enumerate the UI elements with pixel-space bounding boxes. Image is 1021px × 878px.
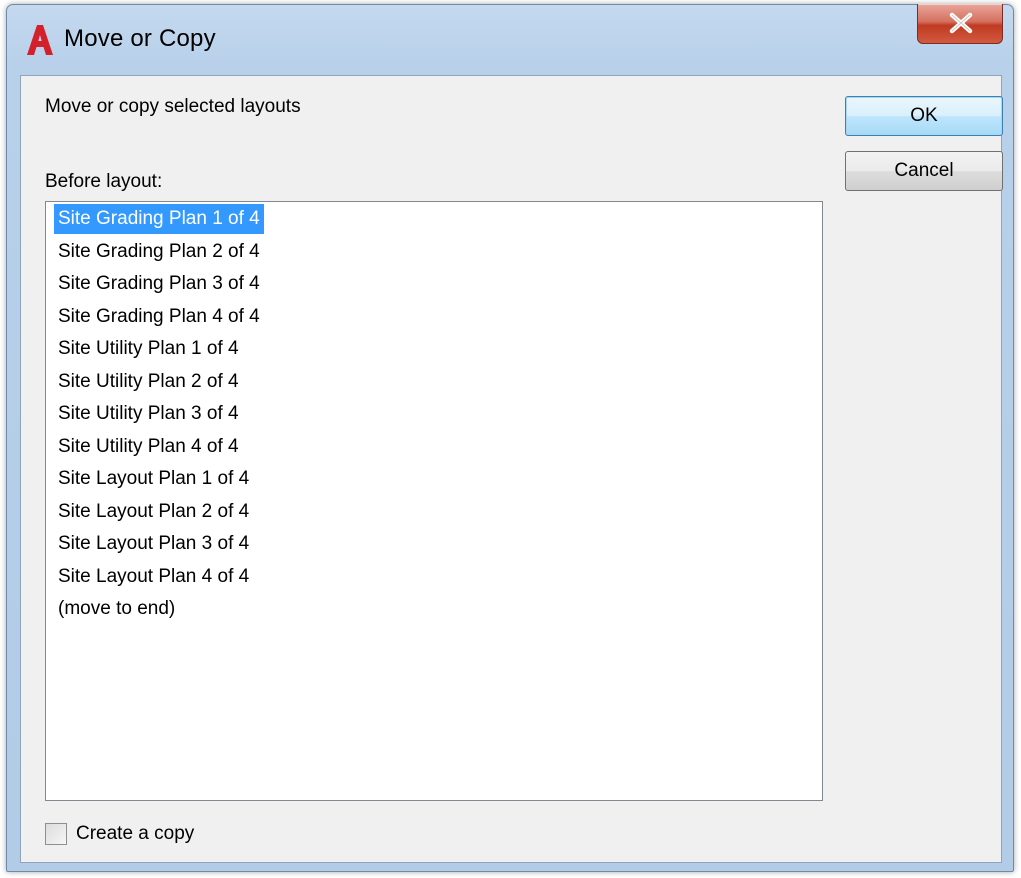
- cancel-button[interactable]: Cancel: [845, 151, 1003, 191]
- before-layout-label: Before layout:: [45, 171, 163, 192]
- list-item[interactable]: Site Utility Plan 1 of 4: [54, 334, 243, 364]
- window-title: Move or Copy: [64, 25, 216, 52]
- list-item[interactable]: Site Layout Plan 2 of 4: [54, 497, 253, 527]
- close-button[interactable]: [917, 4, 1003, 44]
- before-layout-listbox[interactable]: Site Grading Plan 1 of 4 Site Grading Pla…: [45, 201, 823, 801]
- ok-button[interactable]: OK: [845, 96, 1003, 136]
- list-item[interactable]: Site Grading Plan 2 of 4: [54, 237, 264, 267]
- dialog-body: Move or copy selected layouts Before lay…: [20, 75, 1003, 863]
- list-item[interactable]: Site Utility Plan 2 of 4: [54, 367, 243, 397]
- create-copy-checkbox[interactable]: [45, 823, 67, 845]
- instruction-label: Move or copy selected layouts: [45, 96, 301, 117]
- close-icon: [949, 12, 973, 34]
- list-item[interactable]: Site Grading Plan 3 of 4: [54, 269, 264, 299]
- list-item[interactable]: Site Utility Plan 3 of 4: [54, 399, 243, 429]
- list-item[interactable]: Site Grading Plan 1 of 4: [54, 204, 264, 234]
- list-item[interactable]: Site Layout Plan 1 of 4: [54, 464, 253, 494]
- list-item[interactable]: Site Grading Plan 4 of 4: [54, 302, 264, 332]
- list-item[interactable]: (move to end): [54, 594, 179, 624]
- list-item[interactable]: Site Utility Plan 4 of 4: [54, 432, 243, 462]
- title-bar[interactable]: Move or Copy: [7, 4, 1013, 75]
- list-item[interactable]: Site Layout Plan 4 of 4: [54, 562, 253, 592]
- create-copy-label[interactable]: Create a copy: [76, 821, 194, 847]
- list-item[interactable]: Site Layout Plan 3 of 4: [54, 529, 253, 559]
- autocad-logo-icon: [27, 25, 53, 55]
- dialog-window: Move or Copy Move or copy selected layou…: [6, 4, 1014, 872]
